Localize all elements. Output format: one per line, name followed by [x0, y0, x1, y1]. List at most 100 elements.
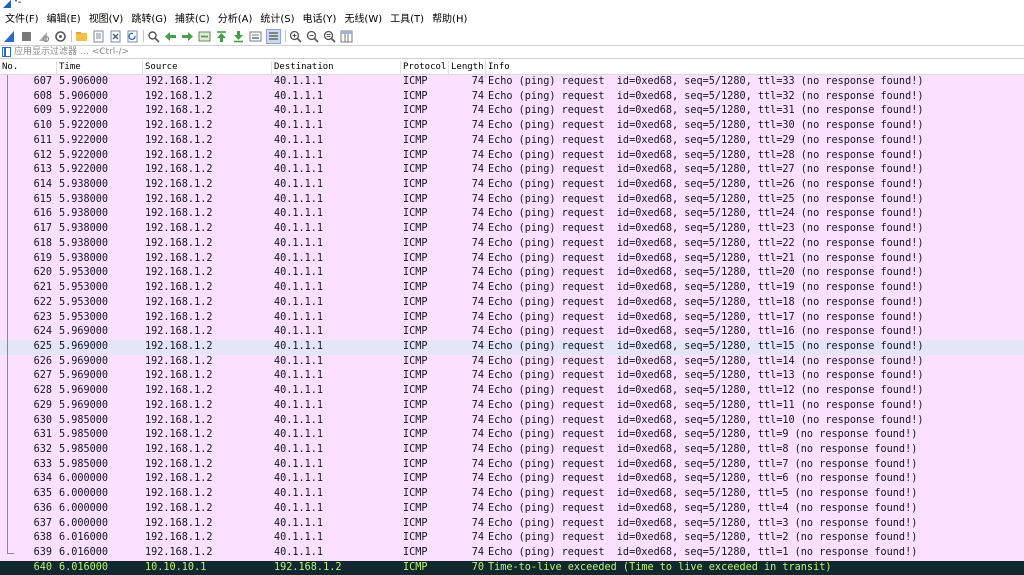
menu-view[interactable]: 视图(V) [86, 11, 127, 28]
packet-row[interactable]: 610 5.922000 192.168.1.2 40.1.1.1 ICMP 74 Echo… [0, 119, 1024, 134]
packet-row[interactable]: 623 5.953000 192.168.1.2 40.1.1.1 ICMP 74 Echo… [0, 310, 1024, 326]
column-header-time[interactable]: Time [57, 61, 143, 74]
packet-length: 74 [471, 105, 484, 117]
packet-row[interactable]: 622 5.953000 192.168.1.2 40.1.1.1 ICMP 74 Echo… [0, 295, 1024, 311]
colorize-icon[interactable] [266, 28, 281, 44]
packet-number: 617 [33, 223, 52, 235]
packet-row[interactable]: 624 5.969000 192.168.1.2 40.1.1.1 ICMP 74 Echo… [0, 325, 1024, 340]
first-packet-icon[interactable] [215, 30, 228, 43]
menu-telephony[interactable]: 电话(Y) [300, 11, 340, 28]
packet-row[interactable]: 621 5.953000 192.168.1.2 40.1.1.1 ICMP 74 Echo… [0, 281, 1024, 296]
packet-time: 5.969000 [59, 399, 109, 411]
bookmark-icon[interactable] [2, 47, 11, 57]
packet-row[interactable]: 636 6.000000 192.168.1.2 40.1.1.1 ICMP 74 Echo… [0, 501, 1024, 517]
packet-row[interactable]: 608 5.906000 192.168.1.2 40.1.1.1 ICMP 74 Echo… [0, 89, 1024, 105]
packet-destination: 40.1.1.1 [274, 326, 324, 338]
column-header-protocol[interactable]: Protocol [401, 61, 449, 74]
packet-row[interactable]: 638 6.016000 192.168.1.2 40.1.1.1 ICMP 74 Echo… [0, 531, 1024, 546]
packet-time: 5.969000 [59, 355, 109, 367]
display-filter-placeholder: 应用显示过滤器 … <Ctrl-/> [14, 47, 130, 57]
packet-row[interactable]: 637 6.000000 192.168.1.2 40.1.1.1 ICMP 74 Echo… [0, 516, 1024, 532]
packet-row[interactable]: 615 5.938000 192.168.1.2 40.1.1.1 ICMP 74 Echo… [0, 192, 1024, 208]
forward-arrow-icon[interactable] [181, 30, 194, 43]
packet-number: 615 [33, 193, 52, 205]
packet-row[interactable]: 613 5.922000 192.168.1.2 40.1.1.1 ICMP 74 Echo… [0, 163, 1024, 179]
packet-info: Echo (ping) request id=0xed68, seq=5/128… [488, 193, 924, 205]
packet-source: 192.168.1.2 [145, 502, 213, 514]
packet-time: 5.922000 [59, 105, 109, 117]
menu-capture[interactable]: 捕获(C) [172, 11, 213, 28]
menu-analyze[interactable]: 分析(A) [215, 11, 256, 28]
restart-icon[interactable] [37, 30, 50, 43]
find-icon[interactable] [147, 30, 160, 43]
packet-row[interactable]: 618 5.938000 192.168.1.2 40.1.1.1 ICMP 74 Echo… [0, 236, 1024, 252]
packet-row[interactable]: 628 5.969000 192.168.1.2 40.1.1.1 ICMP 74 Echo… [0, 384, 1024, 399]
go-to-packet-icon[interactable] [198, 30, 211, 43]
options-gear-icon[interactable] [54, 30, 67, 43]
open-folder-icon[interactable] [75, 30, 88, 43]
autoscroll-icon[interactable] [249, 30, 262, 43]
zoom-out-icon[interactable] [306, 30, 319, 43]
packet-destination: 40.1.1.1 [274, 90, 324, 102]
packet-length: 74 [471, 237, 484, 249]
packet-row[interactable]: 639 6.016000 192.168.1.2 40.1.1.1 ICMP 74 Echo… [0, 546, 1024, 561]
close-file-icon[interactable] [109, 30, 122, 43]
packet-row[interactable]: 611 5.922000 192.168.1.2 40.1.1.1 ICMP 74 Echo… [0, 133, 1024, 149]
column-header-info[interactable]: Info [486, 61, 1024, 74]
zoom-in-icon[interactable] [289, 30, 302, 43]
packet-destination: 40.1.1.1 [274, 502, 324, 514]
zoom-normal-icon[interactable] [323, 30, 336, 43]
menu-statistics[interactable]: 统计(S) [257, 11, 297, 28]
packet-source: 192.168.1.2 [145, 443, 213, 455]
packet-info: Echo (ping) request id=0xed68, seq=5/128… [488, 355, 924, 367]
packet-length: 74 [471, 473, 484, 485]
packet-row[interactable]: 629 5.969000 192.168.1.2 40.1.1.1 ICMP 74 Echo… [0, 398, 1024, 414]
packet-length: 74 [471, 208, 484, 220]
packet-info: Echo (ping) request id=0xed68, seq=5/128… [488, 208, 924, 220]
packet-time: 5.938000 [59, 193, 109, 205]
column-header-source[interactable]: Source [143, 61, 272, 74]
column-header-no[interactable]: No. [0, 61, 57, 74]
packet-row[interactable]: 630 5.985000 192.168.1.2 40.1.1.1 ICMP 74 Echo… [0, 413, 1024, 429]
column-header-length[interactable]: Length [449, 61, 486, 74]
back-arrow-icon[interactable] [164, 30, 177, 43]
stop-icon[interactable] [20, 30, 33, 43]
reload-icon[interactable] [126, 30, 139, 43]
shark-fin-start-icon[interactable] [3, 30, 16, 43]
packet-time: 5.953000 [59, 267, 109, 279]
column-header-destination[interactable]: Destination [272, 61, 401, 74]
menu-tools[interactable]: 工具(T) [387, 11, 427, 28]
packet-row[interactable]: 617 5.938000 192.168.1.2 40.1.1.1 ICMP 74 Echo… [0, 222, 1024, 237]
packet-row[interactable]: 616 5.938000 192.168.1.2 40.1.1.1 ICMP 74 Echo… [0, 207, 1024, 223]
menu-wireless[interactable]: 无线(W) [341, 11, 385, 28]
menu-help[interactable]: 帮助(H) [429, 11, 470, 28]
packet-row[interactable]: 634 6.000000 192.168.1.2 40.1.1.1 ICMP 74 Echo… [0, 472, 1024, 488]
menu-file[interactable]: 文件(F) [2, 11, 42, 28]
packet-length: 74 [471, 547, 484, 558]
packet-row[interactable]: 626 5.969000 192.168.1.2 40.1.1.1 ICMP 74 Echo… [0, 354, 1024, 370]
packet-row[interactable]: 614 5.938000 192.168.1.2 40.1.1.1 ICMP 74 Echo… [0, 178, 1024, 193]
menu-go[interactable]: 跳转(G) [128, 11, 170, 28]
packet-row[interactable]: 627 5.969000 192.168.1.2 40.1.1.1 ICMP 74 Echo… [0, 369, 1024, 385]
packet-row[interactable]: 625 5.969000 192.168.1.2 40.1.1.1 ICMP 74 Echo… [0, 339, 1024, 355]
save-file-icon[interactable] [92, 30, 105, 43]
packet-row[interactable]: 633 5.985000 192.168.1.2 40.1.1.1 ICMP 74 Echo… [0, 457, 1024, 473]
packet-destination: 40.1.1.1 [274, 532, 324, 544]
resize-columns-icon[interactable] [340, 30, 353, 43]
packet-row[interactable]: 631 5.985000 192.168.1.2 40.1.1.1 ICMP 74 Echo… [0, 428, 1024, 443]
menu-edit[interactable]: 编辑(E) [44, 11, 84, 28]
packet-number: 607 [33, 76, 52, 87]
packet-row[interactable]: 635 6.000000 192.168.1.2 40.1.1.1 ICMP 74 Echo… [0, 487, 1024, 502]
packet-row[interactable]: 607 5.906000 192.168.1.2 40.1.1.1 ICMP 74 Echo… [0, 75, 1024, 90]
packet-row[interactable]: 619 5.938000 192.168.1.2 40.1.1.1 ICMP 74 Echo… [0, 251, 1024, 267]
packet-row[interactable]: 609 5.922000 192.168.1.2 40.1.1.1 ICMP 74 Echo… [0, 104, 1024, 120]
packet-row[interactable]: 612 5.922000 192.168.1.2 40.1.1.1 ICMP 74 Echo… [0, 148, 1024, 164]
packet-info: Echo (ping) request id=0xed68, seq=5/128… [488, 296, 924, 308]
packet-destination: 40.1.1.1 [274, 443, 324, 455]
packet-row[interactable]: 620 5.953000 192.168.1.2 40.1.1.1 ICMP 74 Echo… [0, 266, 1024, 282]
packet-number: 628 [33, 385, 52, 397]
display-filter-input[interactable]: 应用显示过滤器 … <Ctrl-/> [0, 45, 1024, 59]
last-packet-icon[interactable] [232, 30, 245, 43]
packet-row[interactable]: 632 5.985000 192.168.1.2 40.1.1.1 ICMP 74 Echo… [0, 442, 1024, 458]
packet-source: 192.168.1.2 [145, 532, 213, 544]
